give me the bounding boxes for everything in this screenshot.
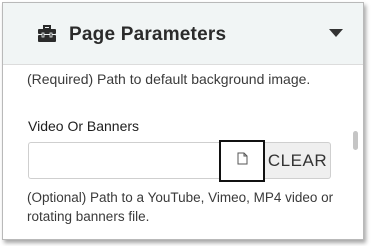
video-path-input[interactable] <box>28 142 220 179</box>
background-help-text: (Required) Path to default background im… <box>27 71 311 87</box>
toolbox-icon <box>37 25 57 43</box>
caret-down-icon[interactable] <box>329 29 343 37</box>
file-icon <box>237 152 248 170</box>
video-help-text: (Optional) Path to a YouTube, Vimeo, MP4… <box>27 190 334 224</box>
panel-title: Page Parameters <box>69 24 227 45</box>
scrollbar-track[interactable] <box>349 65 363 239</box>
video-or-banners-label: Video Or Banners <box>28 118 140 134</box>
scrollbar-thumb[interactable] <box>353 131 358 150</box>
browse-file-button[interactable] <box>219 140 265 182</box>
page-parameters-panel: Page Parameters (Required) Path to defau… <box>2 2 364 240</box>
panel-header[interactable]: Page Parameters <box>3 3 363 65</box>
clear-button[interactable]: CLEAR <box>265 142 331 179</box>
